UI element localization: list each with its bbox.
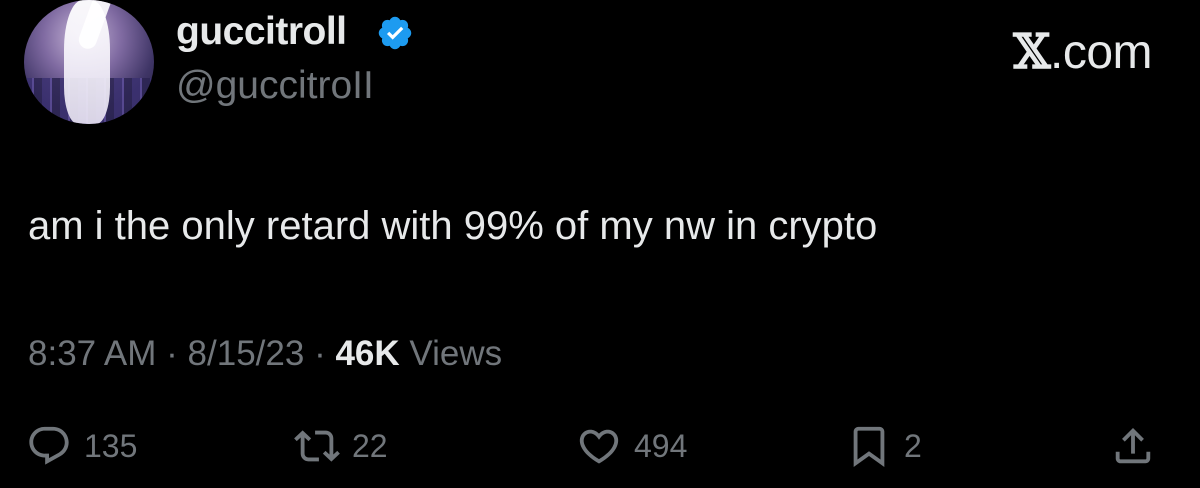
bookmark-icon — [853, 426, 885, 467]
repost-icon — [294, 430, 340, 462]
reply-icon — [29, 426, 69, 465]
brand-domain: .com — [1049, 26, 1153, 79]
x-logo-icon: 𝕏 — [1013, 24, 1050, 80]
meta-separator: · — [166, 334, 178, 373]
tweet-time[interactable]: 8:37 AM — [28, 334, 156, 373]
repost-button[interactable]: 22 — [294, 420, 388, 472]
tweet-text: am i the only retard with 99% of my nw i… — [28, 204, 878, 248]
heart-icon — [579, 429, 619, 464]
views-label: Views — [409, 334, 503, 373]
avatar[interactable] — [24, 0, 154, 124]
share-button[interactable] — [1110, 420, 1156, 472]
like-count: 494 — [634, 427, 688, 464]
share-icon — [1115, 427, 1151, 464]
views-count: 46K — [335, 334, 400, 373]
reply-button[interactable]: 135 — [26, 420, 137, 472]
meta-separator: · — [314, 334, 326, 373]
repost-count: 22 — [352, 427, 388, 464]
like-button[interactable]: 494 — [576, 420, 687, 472]
bookmark-button[interactable]: 2 — [846, 420, 922, 472]
reply-count: 135 — [84, 427, 138, 464]
brand-watermark: 𝕏.com — [1013, 24, 1152, 80]
bookmark-count: 2 — [904, 427, 922, 464]
user-handle[interactable]: @guccitroII — [176, 64, 374, 108]
display-name[interactable]: guccitroll — [176, 10, 347, 54]
verified-badge-icon — [378, 16, 412, 50]
tweet-date[interactable]: 8/15/23 — [188, 334, 305, 373]
tweet-metadata: 8:37 AM · 8/15/23 · 46K Views — [28, 334, 502, 374]
